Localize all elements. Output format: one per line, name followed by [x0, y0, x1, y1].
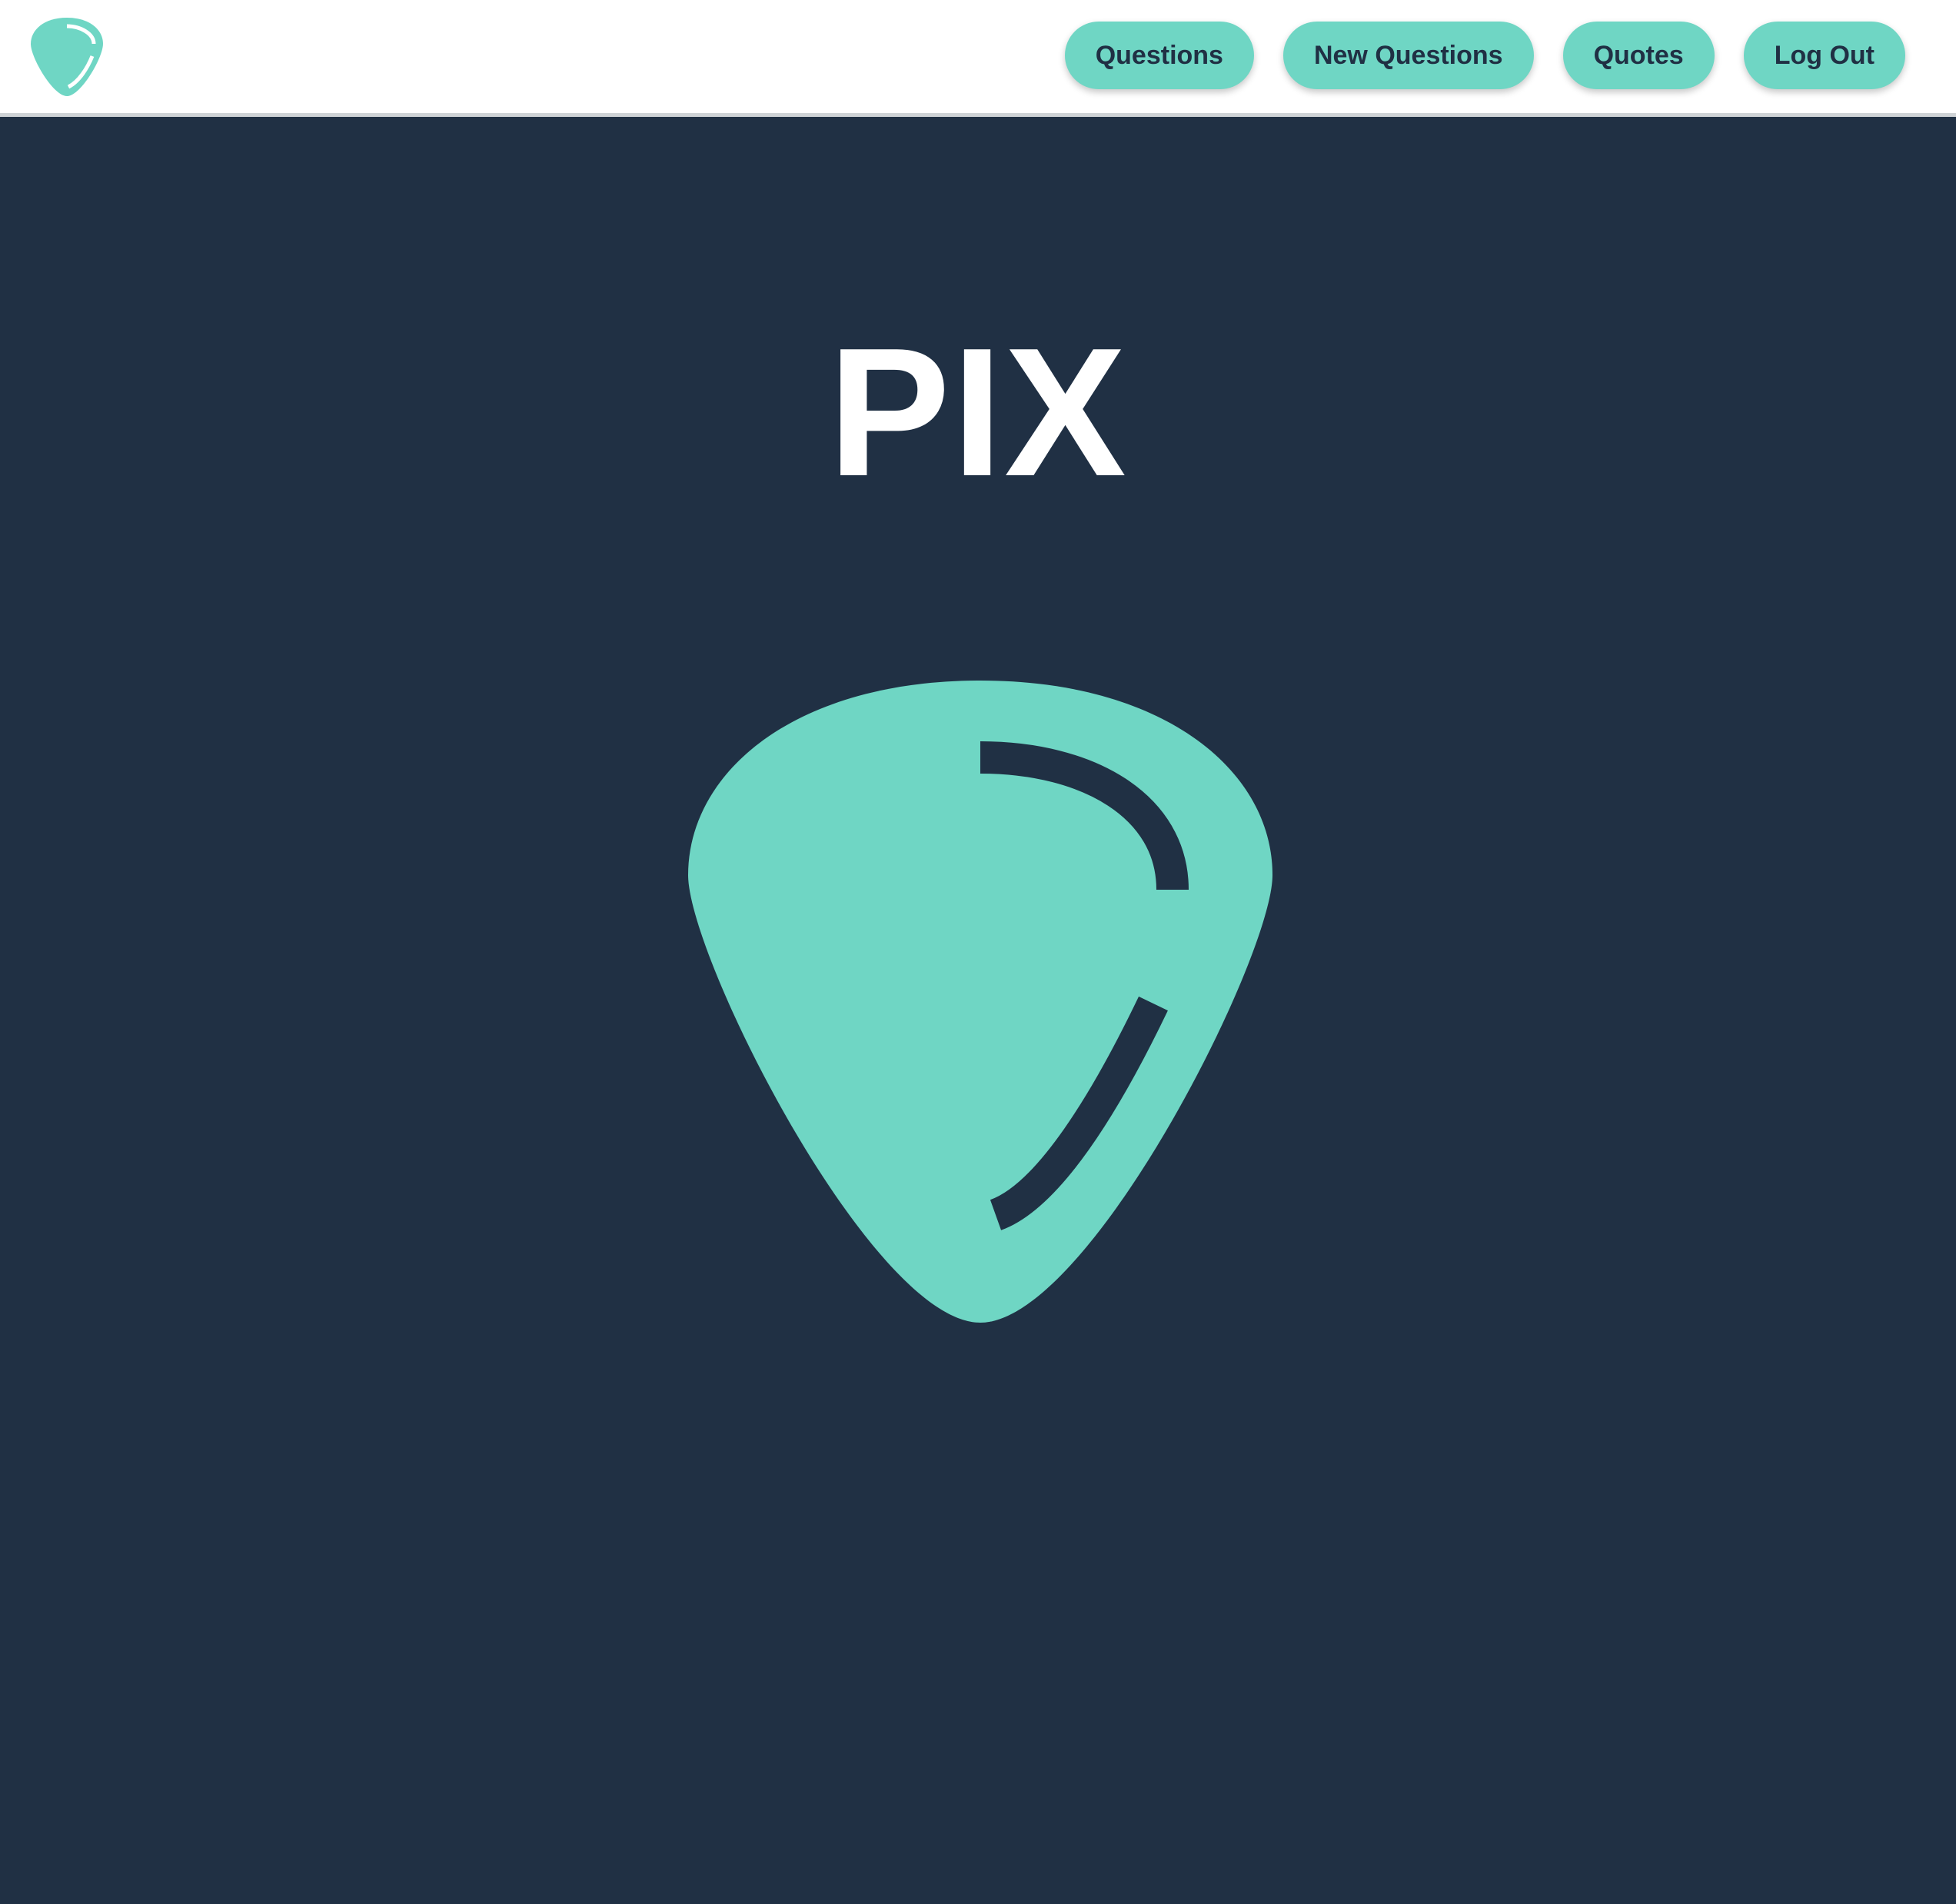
- guitar-pick-icon: [688, 681, 1272, 1323]
- top-nav-bar: Questions New Questions Quotes Log Out: [0, 0, 1956, 117]
- guitar-pick-icon[interactable]: [28, 15, 105, 98]
- log-out-button[interactable]: Log Out: [1743, 22, 1905, 89]
- main-nav: Questions New Questions Quotes Log Out: [1064, 22, 1905, 89]
- page-title: PIX: [828, 311, 1128, 514]
- new-questions-button[interactable]: New Questions: [1282, 22, 1534, 89]
- quotes-button[interactable]: Quotes: [1562, 22, 1715, 89]
- questions-button[interactable]: Questions: [1064, 22, 1254, 89]
